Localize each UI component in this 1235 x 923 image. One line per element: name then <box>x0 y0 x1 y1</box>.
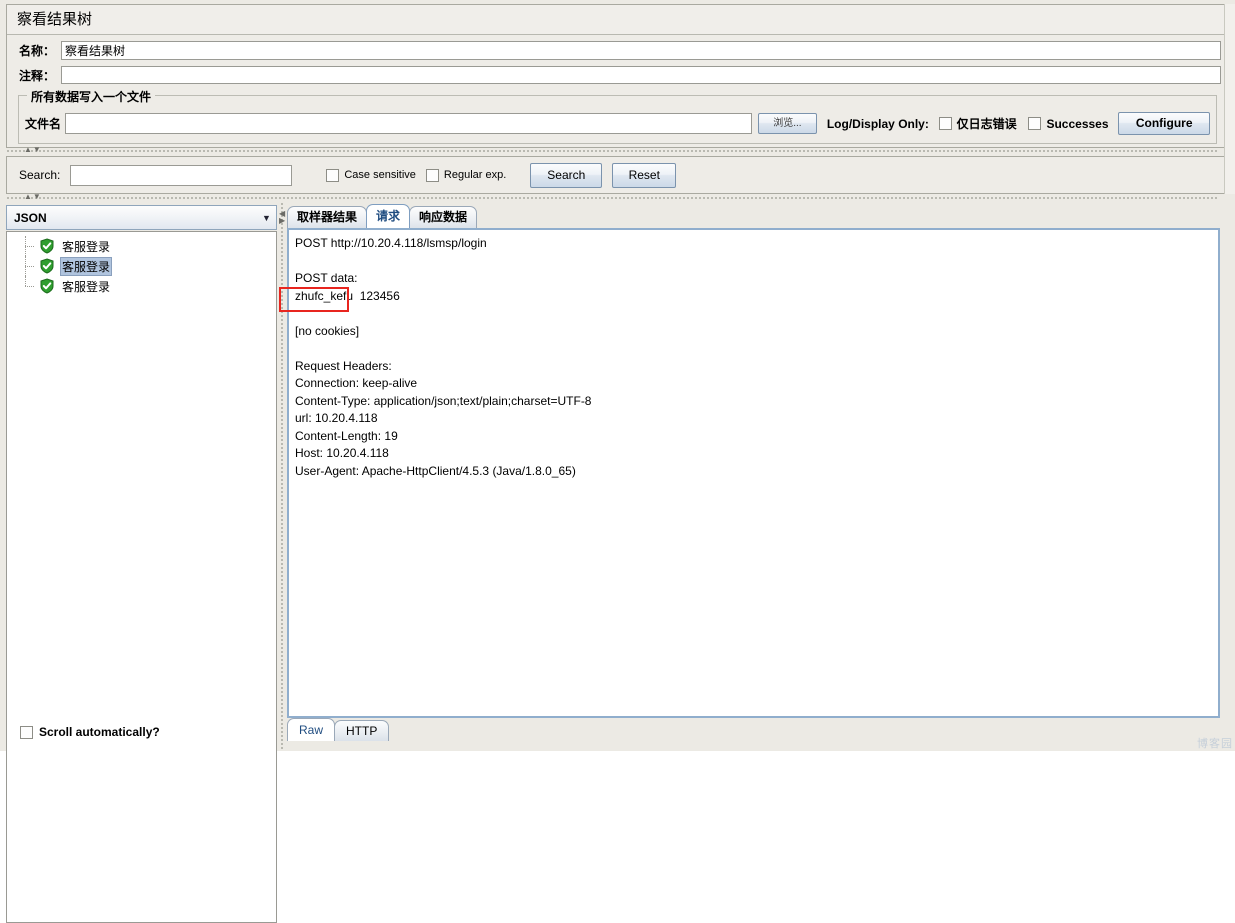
request-text: POST http://10.20.4.118/lsmsp/login POST… <box>295 236 592 478</box>
group-legend: 所有数据写入一个文件 <box>27 88 156 105</box>
regular-exp-checkbox[interactable] <box>425 168 439 182</box>
tree-item-label-selected: 客服登录 <box>60 256 113 276</box>
splitter-arrows[interactable]: ▲▼ <box>24 146 42 154</box>
tab-sampler-result[interactable]: 取样器结果 <box>287 206 368 228</box>
search-splitter[interactable]: ▲▼ <box>6 193 1219 201</box>
errors-checkbox-label: 仅日志错误 <box>956 117 1017 131</box>
browse-button[interactable]: 浏览... <box>757 113 818 134</box>
name-label: 名称： <box>19 43 56 58</box>
reset-button[interactable]: Reset <box>612 162 677 188</box>
name-input[interactable]: 察看结果树 <box>61 40 1221 60</box>
filename-row: 文件名 浏览... Log/Display Only: 仅日志错误 Succes… <box>19 112 1216 135</box>
jmeter-view-results-tree-window: 察看结果树 名称： 察看结果树 注释： 所有数据写入一个文件 文件名 浏览...… <box>0 0 1235 923</box>
panel-title: 察看结果树 <box>7 5 1225 35</box>
results-tree[interactable]: 客服登录 客服登录 客服登录 <box>6 231 277 923</box>
comment-input[interactable] <box>61 66 1221 84</box>
case-sensitive-label: Case sensitive <box>344 169 416 181</box>
regular-exp-wrap[interactable]: Regular exp. <box>425 168 507 182</box>
watermark: 博客园 <box>1197 738 1233 750</box>
sampler-detail-pane: 取样器结果 请求 响应数据 POST http://10.20.4.118/ls… <box>287 202 1225 751</box>
results-tree-pane: JSON ▼ 客服登录 客服登录 客服登录 Scroll automatical… <box>6 202 277 923</box>
search-button[interactable]: Search <box>530 162 603 188</box>
tree-elbow <box>25 276 39 296</box>
comment-label: 注释： <box>19 68 56 83</box>
chevron-down-icon[interactable]: ▼ <box>257 213 276 223</box>
configure-button[interactable]: Configure <box>1118 112 1210 135</box>
write-all-data-group: 所有数据写入一个文件 文件名 浏览... Log/Display Only: 仅… <box>18 88 1217 144</box>
case-sensitive-checkbox[interactable] <box>326 168 340 182</box>
tab-raw[interactable]: Raw <box>287 718 336 741</box>
main-area: JSON ▼ 客服登录 客服登录 客服登录 Scroll automatical… <box>6 202 1225 923</box>
tab-response-data[interactable]: 响应数据 <box>409 206 478 228</box>
regular-exp-label: Regular exp. <box>443 169 507 181</box>
tree-items: 客服登录 客服登录 客服登录 <box>7 232 276 296</box>
scroll-automatically-label: Scroll automatically? <box>39 725 160 739</box>
tree-item-0[interactable]: 客服登录 <box>7 236 276 256</box>
config-panel: 察看结果树 名称： 察看结果树 注释： 所有数据写入一个文件 文件名 浏览...… <box>6 4 1225 148</box>
successes-checkbox[interactable] <box>1028 117 1042 130</box>
tree-item-1[interactable]: 客服登录 <box>7 256 276 276</box>
tab-request[interactable]: 请求 <box>366 204 411 228</box>
comment-row: 注释： <box>7 63 1225 87</box>
search-input[interactable] <box>70 164 293 186</box>
tree-item-2[interactable]: 客服登录 <box>7 276 276 296</box>
vertical-splitter[interactable]: ◀ ▶ <box>278 202 286 751</box>
tab-http[interactable]: HTTP <box>334 720 390 741</box>
window-edge-scrollbar[interactable] <box>1224 4 1235 194</box>
renderer-selected-value: JSON <box>14 210 47 225</box>
raw-http-tabbar: Raw HTTP <box>287 718 390 741</box>
success-shield-icon <box>39 238 55 254</box>
success-shield-icon <box>39 258 55 274</box>
success-shield-icon <box>39 278 55 294</box>
scroll-automatically-row[interactable]: Scroll automatically? <box>6 725 277 739</box>
errors-checkbox[interactable] <box>938 117 952 130</box>
log-display-only-label: Log/Display Only: <box>826 116 929 131</box>
filename-input[interactable] <box>65 113 752 134</box>
name-row: 名称： 察看结果树 <box>7 37 1225 63</box>
successes-checkbox-label: Successes <box>1046 116 1109 131</box>
tree-elbow <box>25 256 39 276</box>
scroll-automatically-checkbox[interactable] <box>20 725 33 739</box>
request-content-area[interactable]: POST http://10.20.4.118/lsmsp/login POST… <box>287 228 1220 718</box>
renderer-combobox[interactable]: JSON ▼ <box>6 205 277 230</box>
case-sensitive-wrap[interactable]: Case sensitive <box>326 168 416 182</box>
successes-checkbox-wrap[interactable]: Successes <box>1028 116 1109 131</box>
search-label: Search: <box>19 168 61 182</box>
tree-item-label: 客服登录 <box>62 239 111 254</box>
search-splitter-arrows[interactable]: ▲▼ <box>24 193 42 201</box>
errors-checkbox-wrap[interactable]: 仅日志错误 <box>938 115 1017 132</box>
filename-label: 文件名 <box>25 117 62 131</box>
tree-elbow <box>25 236 39 256</box>
search-panel: Search: Case sensitive Regular exp. Sear… <box>6 156 1225 194</box>
detail-tabbar: 取样器结果 请求 响应数据 <box>287 202 478 228</box>
top-splitter[interactable]: ▲▼ <box>6 146 1219 154</box>
vertical-splitter-arrows[interactable]: ◀ ▶ <box>279 210 285 225</box>
tree-item-label: 客服登录 <box>62 279 111 294</box>
